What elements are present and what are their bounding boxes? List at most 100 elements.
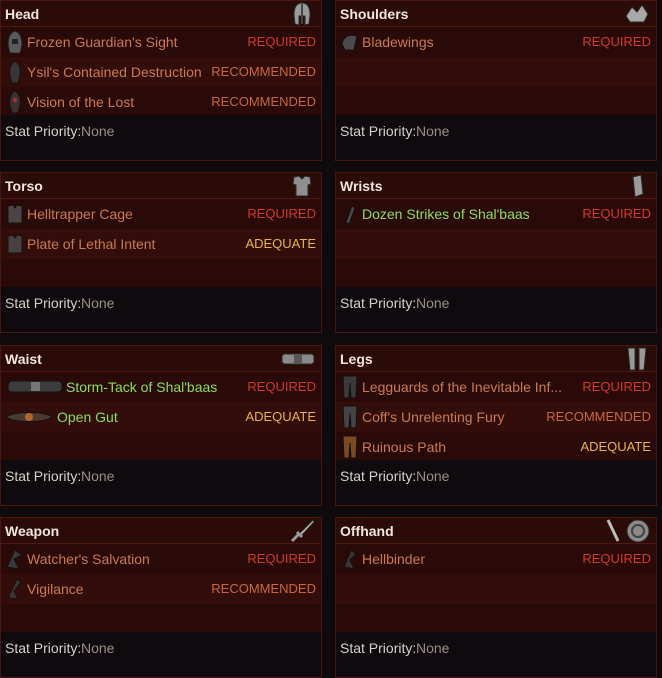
- empty-row: [1, 604, 321, 634]
- item-name[interactable]: Open Gut: [57, 409, 118, 425]
- tier-badge: RECOMMENDED: [546, 409, 651, 424]
- slot-title: Shoulders: [340, 6, 409, 22]
- slot-panel-wrists: Wrists Dozen Strikes of Shal'baas REQUIR…: [335, 172, 657, 333]
- item-row[interactable]: Watcher's Salvation REQUIRED: [1, 544, 321, 574]
- pauldron-icon: [340, 30, 360, 54]
- slot-title: Legs: [340, 351, 373, 367]
- tier-badge: REQUIRED: [247, 379, 316, 394]
- tier-badge: RECOMMENDED: [211, 94, 316, 109]
- stat-priority: Stat Priority: None: [1, 287, 321, 332]
- belt-icon: [281, 347, 315, 371]
- stat-priority-label: Stat Priority:: [5, 468, 82, 484]
- claw-weapon-icon: [5, 547, 25, 571]
- item-name[interactable]: Vigilance: [27, 581, 84, 597]
- item-name[interactable]: Frozen Guardian's Sight: [27, 34, 178, 50]
- item-name[interactable]: Legguards of the Inevitable Inf...: [362, 379, 562, 395]
- item-row[interactable]: Plate of Lethal Intent ADEQUATE: [1, 229, 321, 259]
- stat-priority-label: Stat Priority:: [340, 295, 417, 311]
- item-row[interactable]: Ysil's Contained Destruction RECOMMENDED: [1, 57, 321, 87]
- item-row[interactable]: Ruinous Path ADEQUATE: [336, 432, 656, 462]
- claw-weapon-icon: [5, 577, 25, 601]
- hood-icon: [5, 30, 25, 54]
- tier-badge: REQUIRED: [582, 34, 651, 49]
- tier-badge: REQUIRED: [247, 551, 316, 566]
- item-row[interactable]: Bladewings REQUIRED: [336, 27, 656, 57]
- item-name[interactable]: Vision of the Lost: [27, 94, 134, 110]
- stat-priority-value: None: [81, 295, 115, 311]
- slot-header: Head: [1, 1, 321, 27]
- item-name[interactable]: Bladewings: [362, 34, 434, 50]
- item-name[interactable]: Watcher's Salvation: [27, 551, 150, 567]
- slot-panel-shoulders: Shoulders Bladewings REQUIRED Stat Prior…: [335, 0, 657, 161]
- leggings-icon: [340, 435, 360, 459]
- tier-badge: REQUIRED: [247, 34, 316, 49]
- item-row[interactable]: Coff's Unrelenting Fury RECOMMENDED: [336, 402, 656, 432]
- stat-priority: Stat Priority: None: [1, 632, 321, 677]
- item-row[interactable]: Dozen Strikes of Shal'baas REQUIRED: [336, 199, 656, 229]
- slot-title: Waist: [5, 351, 42, 367]
- stat-priority-value: None: [416, 123, 450, 139]
- slot-header: Shoulders: [336, 1, 656, 27]
- slot-title: Offhand: [340, 523, 394, 539]
- stat-priority: Stat Priority: None: [1, 115, 321, 160]
- slot-title: Head: [5, 6, 40, 22]
- empty-row: [1, 259, 321, 289]
- item-row[interactable]: Legguards of the Inevitable Inf... REQUI…: [336, 372, 656, 402]
- hood-icon: [5, 90, 25, 114]
- item-name[interactable]: Ysil's Contained Destruction: [27, 64, 202, 80]
- slot-header: Offhand: [336, 518, 656, 544]
- empty-row: [336, 229, 656, 259]
- stat-priority: Stat Priority: None: [1, 460, 321, 505]
- slot-header: Weapon: [1, 518, 321, 544]
- item-row[interactable]: Vision of the Lost RECOMMENDED: [1, 87, 321, 117]
- item-row[interactable]: Helltrapper Cage REQUIRED: [1, 199, 321, 229]
- legs-icon: [624, 347, 650, 371]
- tier-badge: REQUIRED: [247, 206, 316, 221]
- belt-icon: [7, 375, 63, 399]
- stat-priority-label: Stat Priority:: [340, 123, 417, 139]
- empty-row: [336, 604, 656, 634]
- slot-panel-offhand: Offhand Hellbinder REQUIRED Stat Priorit…: [335, 517, 657, 678]
- torso-icon: [289, 174, 315, 198]
- tier-badge: REQUIRED: [582, 379, 651, 394]
- stat-priority-value: None: [81, 468, 115, 484]
- item-name[interactable]: Hellbinder: [362, 551, 425, 567]
- tier-badge: ADEQUATE: [245, 409, 316, 424]
- item-row[interactable]: Vigilance RECOMMENDED: [1, 574, 321, 604]
- empty-row: [336, 57, 656, 87]
- item-row[interactable]: Storm-Tack of Shal'baas REQUIRED: [1, 372, 321, 402]
- item-name[interactable]: Dozen Strikes of Shal'baas: [362, 206, 530, 222]
- slot-header: Torso: [1, 173, 321, 199]
- slot-title: Weapon: [5, 523, 60, 539]
- stat-priority-value: None: [416, 468, 450, 484]
- stat-priority-label: Stat Priority:: [5, 123, 82, 139]
- stat-priority-label: Stat Priority:: [5, 640, 82, 656]
- tier-badge: ADEQUATE: [580, 439, 651, 454]
- empty-row: [336, 87, 656, 117]
- slot-panel-head: Head Frozen Guardian's Sight REQUIRED Ys…: [0, 0, 322, 161]
- empty-row: [336, 574, 656, 604]
- slot-title: Torso: [5, 178, 43, 194]
- item-name[interactable]: Helltrapper Cage: [27, 206, 133, 222]
- item-name[interactable]: Ruinous Path: [362, 439, 446, 455]
- slot-header: Wrists: [336, 173, 656, 199]
- stat-priority-label: Stat Priority:: [340, 468, 417, 484]
- chest-armor-icon: [5, 232, 25, 256]
- item-row[interactable]: Frozen Guardian's Sight REQUIRED: [1, 27, 321, 57]
- tier-badge: REQUIRED: [582, 551, 651, 566]
- tier-badge: RECOMMENDED: [211, 581, 316, 596]
- chest-armor-icon: [5, 202, 25, 226]
- item-row[interactable]: Open Gut ADEQUATE: [1, 402, 321, 432]
- stat-priority-label: Stat Priority:: [5, 295, 82, 311]
- leggings-icon: [340, 405, 360, 429]
- wrists-icon: [624, 174, 650, 198]
- tier-badge: RECOMMENDED: [211, 64, 316, 79]
- item-name[interactable]: Plate of Lethal Intent: [27, 236, 155, 252]
- stat-priority: Stat Priority: None: [336, 460, 656, 505]
- hood-icon: [5, 60, 25, 84]
- slot-header: Legs: [336, 346, 656, 372]
- item-row[interactable]: Hellbinder REQUIRED: [336, 544, 656, 574]
- slot-panel-torso: Torso Helltrapper Cage REQUIRED Plate of…: [0, 172, 322, 333]
- item-name[interactable]: Coff's Unrelenting Fury: [362, 409, 504, 425]
- item-name[interactable]: Storm-Tack of Shal'baas: [66, 379, 217, 395]
